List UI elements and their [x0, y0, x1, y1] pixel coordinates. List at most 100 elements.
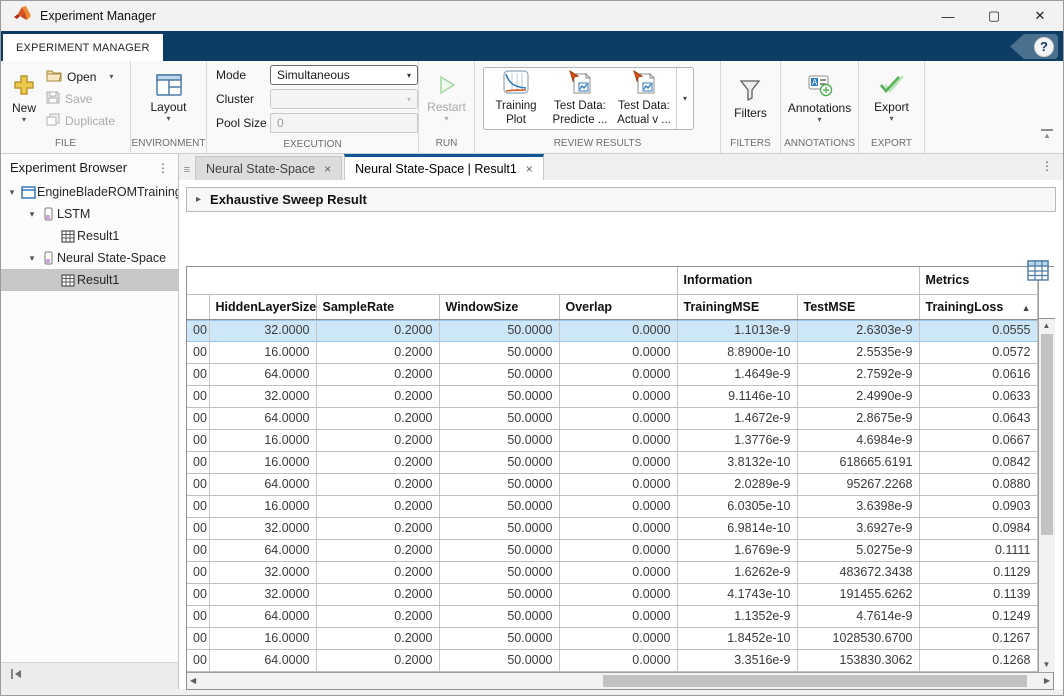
table-row[interactable]: 0032.00000.200050.00000.00009.1146e-102.… — [187, 385, 1037, 407]
table-cell[interactable]: 50.0000 — [439, 605, 559, 627]
table-cell[interactable]: 00 — [187, 583, 209, 605]
minimize-button[interactable]: — — [925, 1, 971, 31]
table-cell[interactable]: 2.4990e-9 — [797, 385, 919, 407]
scroll-down-icon[interactable]: ▼ — [1043, 660, 1051, 670]
table-cell[interactable]: 0.0616 — [919, 363, 1037, 385]
table-row[interactable]: 0016.00000.200050.00000.00003.8132e-1061… — [187, 451, 1037, 473]
table-cell[interactable]: 0.0903 — [919, 495, 1037, 517]
table-cell[interactable]: 50.0000 — [439, 627, 559, 649]
scroll-left-icon[interactable]: ◀ — [190, 676, 196, 685]
table-cell[interactable]: 0.0000 — [559, 385, 677, 407]
table-cell[interactable]: 0.0984 — [919, 517, 1037, 539]
open-dropdown-icon[interactable]: ▾ — [109, 72, 113, 81]
table-cell[interactable]: 0.0000 — [559, 363, 677, 385]
save-button[interactable]: Save — [46, 89, 115, 108]
table-cell[interactable]: 1.4672e-9 — [677, 407, 797, 429]
table-cell[interactable]: 00 — [187, 473, 209, 495]
table-cell[interactable]: 0.0880 — [919, 473, 1037, 495]
table-cell[interactable]: 1.1013e-9 — [677, 319, 797, 341]
open-button[interactable]: Open ▾ — [46, 67, 115, 86]
table-row[interactable]: 0064.00000.200050.00000.00001.6769e-95.0… — [187, 539, 1037, 561]
table-cell[interactable]: 0.0000 — [559, 649, 677, 671]
table-cell[interactable]: 32.0000 — [209, 561, 316, 583]
export-button[interactable]: Export ▾ — [868, 72, 915, 125]
table-row[interactable]: 0016.00000.200050.00000.00008.8900e-102.… — [187, 341, 1037, 363]
table-cell[interactable]: 00 — [187, 319, 209, 341]
table-cell[interactable]: 0.0633 — [919, 385, 1037, 407]
table-cell[interactable]: 00 — [187, 649, 209, 671]
tab-experiment-manager[interactable]: EXPERIMENT MANAGER — [3, 34, 163, 61]
mode-select[interactable]: Simultaneous ▾ — [270, 65, 418, 85]
table-cell[interactable]: 0.2000 — [316, 451, 439, 473]
table-cell[interactable]: 00 — [187, 451, 209, 473]
table-cell[interactable]: 0.2000 — [316, 363, 439, 385]
tree-expanded-icon[interactable]: ▾ — [25, 253, 39, 264]
column-header-windowsize[interactable]: WindowSize — [439, 294, 559, 319]
tabbar-handle-icon[interactable]: ≡ — [179, 164, 195, 180]
table-cell[interactable]: 0.0000 — [559, 341, 677, 363]
help-icon[interactable]: ? — [1034, 37, 1054, 57]
new-button[interactable]: New ▾ — [6, 71, 42, 126]
table-cell[interactable]: 00 — [187, 385, 209, 407]
table-cell[interactable]: 6.9814e-10 — [677, 517, 797, 539]
table-cell[interactable]: 1.1352e-9 — [677, 605, 797, 627]
table-cell[interactable]: 0.0000 — [559, 517, 677, 539]
table-cell[interactable]: 8.8900e-10 — [677, 341, 797, 363]
table-cell[interactable]: 00 — [187, 561, 209, 583]
table-cell[interactable]: 6.0305e-10 — [677, 495, 797, 517]
horizontal-scroll-thumb[interactable] — [603, 675, 1027, 687]
column-options-icon[interactable] — [1027, 260, 1049, 286]
table-cell[interactable]: 64.0000 — [209, 649, 316, 671]
table-cell[interactable]: 16.0000 — [209, 429, 316, 451]
table-cell[interactable]: 4.6984e-9 — [797, 429, 919, 451]
table-cell[interactable]: 32.0000 — [209, 517, 316, 539]
column-header-trainingloss[interactable]: TrainingLoss▲ — [919, 294, 1037, 319]
table-row[interactable]: 0032.00000.200050.00000.00004.1743e-1019… — [187, 583, 1037, 605]
table-cell[interactable]: 00 — [187, 407, 209, 429]
table-cell[interactable]: 4.7614e-9 — [797, 605, 919, 627]
table-cell[interactable]: 0.2000 — [316, 473, 439, 495]
table-cell[interactable]: 16.0000 — [209, 627, 316, 649]
table-cell[interactable]: 0.0572 — [919, 341, 1037, 363]
table-row[interactable]: 0032.00000.200050.00000.00001.1013e-92.6… — [187, 319, 1037, 341]
table-cell[interactable]: 0.2000 — [316, 627, 439, 649]
table-cell[interactable]: 191455.6262 — [797, 583, 919, 605]
table-cell[interactable]: 1.3776e-9 — [677, 429, 797, 451]
table-cell[interactable]: 3.3516e-9 — [677, 649, 797, 671]
table-cell[interactable]: 50.0000 — [439, 429, 559, 451]
table-cell[interactable]: 00 — [187, 517, 209, 539]
table-cell[interactable]: 483672.3438 — [797, 561, 919, 583]
table-cell[interactable]: 64.0000 — [209, 473, 316, 495]
table-row[interactable]: 0016.00000.200050.00000.00006.0305e-103.… — [187, 495, 1037, 517]
table-cell[interactable]: 64.0000 — [209, 363, 316, 385]
table-cell[interactable]: 50.0000 — [439, 385, 559, 407]
table-cell[interactable]: 00 — [187, 495, 209, 517]
horizontal-scrollbar[interactable]: ◀ ▶ — [187, 672, 1053, 689]
table-cell[interactable]: 50.0000 — [439, 407, 559, 429]
gallery-dropdown-icon[interactable]: ▾ — [676, 68, 693, 129]
table-cell[interactable]: 32.0000 — [209, 319, 316, 341]
table-row[interactable]: 0064.00000.200050.00000.00002.0289e-9952… — [187, 473, 1037, 495]
training-plot-button[interactable]: Training Plot — [484, 68, 548, 129]
table-cell[interactable]: 4.1743e-10 — [677, 583, 797, 605]
tree-item-result1[interactable]: Result1 — [1, 269, 178, 291]
table-row[interactable]: 0016.00000.200050.00000.00001.3776e-94.6… — [187, 429, 1037, 451]
table-cell[interactable]: 2.8675e-9 — [797, 407, 919, 429]
filters-button[interactable]: Filters — [728, 76, 773, 122]
table-cell[interactable]: 0.2000 — [316, 407, 439, 429]
tree-item-result1[interactable]: Result1 — [1, 225, 178, 247]
collapse-panel-icon[interactable] — [10, 667, 23, 685]
table-cell[interactable]: 0.2000 — [316, 341, 439, 363]
column-header-samplerate[interactable]: SampleRate — [316, 294, 439, 319]
table-cell[interactable]: 0.0000 — [559, 319, 677, 341]
panel-collapse-icon[interactable]: ▸ — [196, 194, 201, 205]
table-cell[interactable]: 00 — [187, 605, 209, 627]
table-row[interactable]: 0064.00000.200050.00000.00001.4672e-92.8… — [187, 407, 1037, 429]
table-cell[interactable]: 50.0000 — [439, 363, 559, 385]
table-cell[interactable]: 153830.3062 — [797, 649, 919, 671]
table-cell[interactable]: 0.0842 — [919, 451, 1037, 473]
table-cell[interactable]: 0.0000 — [559, 407, 677, 429]
table-cell[interactable]: 16.0000 — [209, 451, 316, 473]
table-cell[interactable]: 0.0000 — [559, 539, 677, 561]
vertical-scroll-thumb[interactable] — [1041, 334, 1053, 535]
